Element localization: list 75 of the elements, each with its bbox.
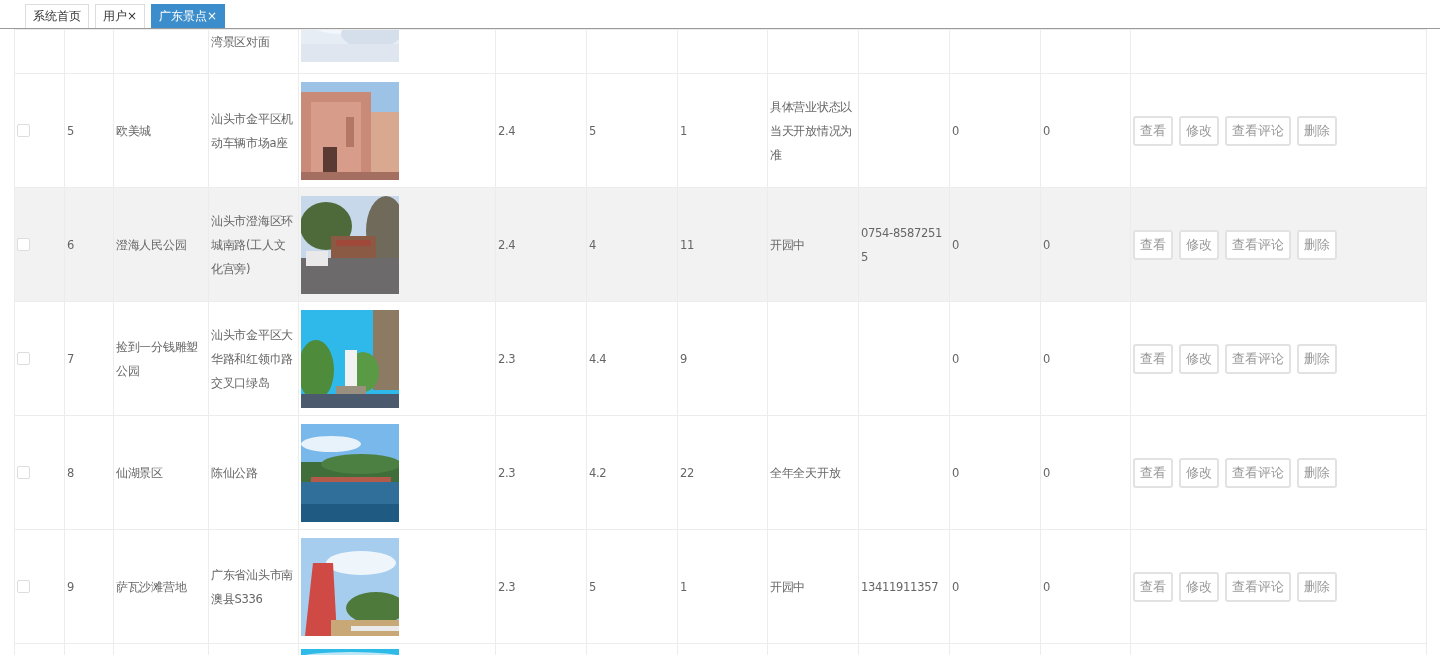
table-cell: 13411911357 (861, 579, 939, 594)
table-cell: 0 (1043, 123, 1051, 138)
tab[interactable]: 系统首页 (25, 4, 89, 28)
comments-button[interactable]: 查看评论 (1225, 343, 1291, 374)
table-cell: 0 (952, 123, 960, 138)
table-cell: 0 (1043, 237, 1051, 252)
comments-button[interactable]: 查看评论 (1225, 457, 1291, 488)
table-cell: 萨瓦沙滩营地 (116, 579, 187, 594)
table-cell: 欧美城 (116, 123, 152, 138)
view-button[interactable]: 查看 (1133, 457, 1173, 488)
checkbox[interactable] (17, 124, 30, 137)
table-cell: 2.3 (498, 579, 516, 594)
table-cell: 2.3 (498, 465, 516, 480)
view-button[interactable]: 查看 (1133, 115, 1173, 146)
table-cell: 广东省汕头市南澳县S336 (211, 567, 293, 606)
edit-button[interactable]: 修改 (1179, 343, 1219, 374)
table-cell: 4.4 (589, 351, 607, 366)
table-cell: 11 (680, 237, 695, 252)
checkbox[interactable] (17, 580, 30, 593)
table-cell: 开园中 (770, 579, 806, 594)
delete-button[interactable]: 删除 (1297, 115, 1337, 146)
delete-button[interactable]: 删除 (1297, 457, 1337, 488)
table-cell: 8 (67, 465, 75, 480)
table-cell: 0 (952, 237, 960, 252)
tab[interactable]: 广东景点× (151, 4, 226, 28)
table-cell: 0 (952, 351, 960, 366)
edit-button[interactable]: 修改 (1179, 229, 1219, 260)
table-cell: 0 (952, 579, 960, 594)
table-cell: 汕头市金平区机动车辆市场a座 (211, 111, 293, 150)
table-cell: 0 (952, 465, 960, 480)
table-cell: 0 (1043, 465, 1051, 480)
table-cell: 9 (680, 351, 688, 366)
table-cell: 开园中 (770, 237, 806, 252)
table-cell: 6 (67, 237, 75, 252)
table-cell: 1 (680, 123, 688, 138)
view-button[interactable]: 查看 (1133, 343, 1173, 374)
table-cell: 4 (589, 237, 597, 252)
edit-button[interactable]: 修改 (1179, 115, 1219, 146)
view-button[interactable]: 查看 (1133, 571, 1173, 602)
table-cell: 汕头市澄海区环城南路(工人文化宫旁) (211, 213, 293, 276)
table-cell: 2.4 (498, 123, 516, 138)
table-cell: 4.2 (589, 465, 607, 480)
table-cell: 5 (589, 579, 597, 594)
table-cell: 澄海人民公园 (116, 237, 187, 252)
checkbox[interactable] (17, 238, 30, 251)
checkbox[interactable] (17, 466, 30, 479)
table-cell: 全年全天开放 (770, 465, 841, 480)
view-button[interactable]: 查看 (1133, 229, 1173, 260)
delete-button[interactable]: 删除 (1297, 571, 1337, 602)
table-cell: 22 (680, 465, 695, 480)
table-cell: 具体营业状态以当天开放情况为准 (770, 99, 852, 162)
tab[interactable]: 用户× (95, 4, 146, 28)
checkbox[interactable] (17, 352, 30, 365)
table-cell: 0 (1043, 351, 1051, 366)
edit-button[interactable]: 修改 (1179, 571, 1219, 602)
table-cell: 5 (589, 123, 597, 138)
delete-button[interactable]: 删除 (1297, 229, 1337, 260)
edit-button[interactable]: 修改 (1179, 457, 1219, 488)
table-cell: 陈仙公路 (211, 465, 258, 480)
table-cell: 9 (67, 579, 75, 594)
table-cell: 2.3 (498, 351, 516, 366)
table-cell: 湾景区对面 (211, 35, 270, 49)
table-cell: 1 (680, 579, 688, 594)
table-cell: 仙湖景区 (116, 465, 163, 480)
comments-button[interactable]: 查看评论 (1225, 229, 1291, 260)
table-cell: 0 (1043, 579, 1051, 594)
table-cell: 汕头市金平区大华路和红领巾路交叉口绿岛 (211, 327, 293, 390)
table-cell: 捡到一分钱雕塑公园 (116, 339, 198, 378)
delete-button[interactable]: 删除 (1297, 343, 1337, 374)
table-cell: 2.4 (498, 237, 516, 252)
comments-button[interactable]: 查看评论 (1225, 115, 1291, 146)
table-cell: 5 (67, 123, 75, 138)
comments-button[interactable]: 查看评论 (1225, 571, 1291, 602)
table-cell: 0754-85872515 (861, 225, 943, 264)
table-cell: 7 (67, 351, 75, 366)
